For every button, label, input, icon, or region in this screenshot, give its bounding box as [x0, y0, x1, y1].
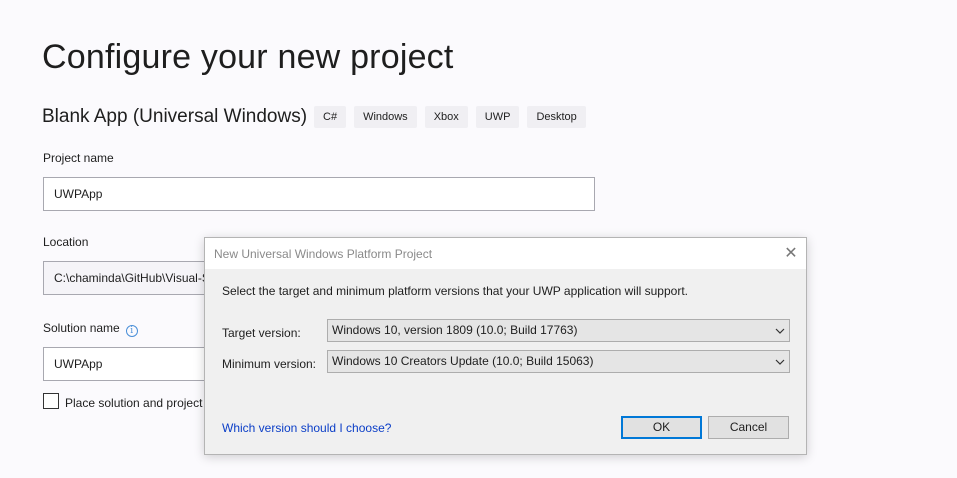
dialog-description: Select the target and minimum platform v… [222, 284, 688, 298]
chevron-down-icon [775, 359, 785, 365]
project-name-input[interactable]: UWPApp [43, 177, 595, 211]
minimum-version-select[interactable]: Windows 10 Creators Update (10.0; Build … [327, 350, 790, 373]
project-name-label: Project name [43, 151, 114, 165]
tag-csharp: C# [314, 106, 347, 128]
target-version-value: Windows 10, version 1809 (10.0; Build 17… [332, 323, 578, 337]
chevron-down-icon [775, 328, 785, 334]
ok-button[interactable]: OK [621, 416, 702, 439]
tag-uwp: UWP [475, 106, 520, 128]
close-icon[interactable]: ✕ [776, 238, 806, 269]
location-label: Location [43, 235, 89, 249]
target-version-label: Target version: [222, 326, 301, 340]
solution-name-label-row: Solution name i [43, 321, 138, 337]
tag-desktop: Desktop [527, 106, 586, 128]
tag-xbox: Xbox [424, 106, 468, 128]
place-solution-checkbox[interactable] [43, 393, 59, 409]
minimum-version-label: Minimum version: [222, 357, 317, 371]
dialog-title: New Universal Windows Platform Project [214, 247, 433, 261]
dialog-titlebar: New Universal Windows Platform Project ✕ [205, 238, 806, 269]
solution-name-label: Solution name [43, 321, 120, 335]
page-title: Configure your new project [42, 38, 454, 76]
minimum-version-value: Windows 10 Creators Update (10.0; Build … [332, 354, 594, 368]
info-icon[interactable]: i [125, 325, 138, 337]
template-tags: C# Windows Xbox UWP Desktop [314, 106, 586, 128]
version-help-link[interactable]: Which version should I choose? [222, 421, 391, 435]
uwp-version-dialog: New Universal Windows Platform Project ✕… [204, 237, 807, 455]
tag-windows: Windows [354, 106, 417, 128]
target-version-select[interactable]: Windows 10, version 1809 (10.0; Build 17… [327, 319, 790, 342]
cancel-button[interactable]: Cancel [708, 416, 789, 439]
template-name: Blank App (Universal Windows) [42, 106, 308, 127]
